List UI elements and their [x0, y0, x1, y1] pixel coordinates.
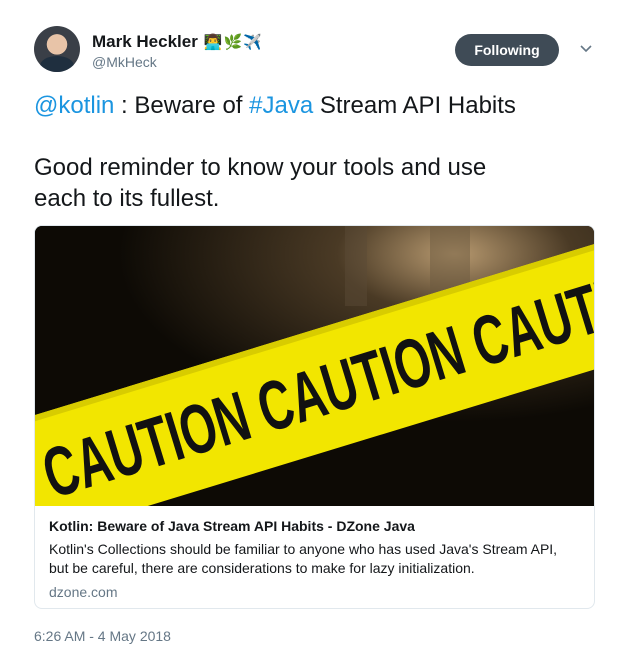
author-avatar[interactable]	[34, 26, 80, 72]
tweet-line-1-end: Stream API Habits	[313, 92, 516, 119]
author-name-row: Mark Heckler 👨‍💻🌿✈️	[92, 32, 263, 52]
author-handle[interactable]: @MkHeck	[92, 54, 157, 70]
card-description: Kotlin's Collections should be familiar …	[49, 540, 580, 578]
link-preview-card[interactable]: CAUTION CAUTION CAUTION Kotlin: Beware o…	[34, 225, 595, 609]
tweet-line-2: Good reminder to know your tools and use	[34, 154, 487, 181]
author-name[interactable]: Mark Heckler	[92, 32, 198, 52]
chevron-down-icon[interactable]	[578, 40, 594, 56]
card-domain: dzone.com	[49, 584, 118, 600]
card-description-line-2: but be careful, there are considerations…	[49, 560, 475, 576]
tweet-line-1: @kotlin : Beware of #Java Stream API Hab…	[34, 90, 594, 121]
card-title[interactable]: Kotlin: Beware of Java Stream API Habits…	[49, 518, 580, 534]
name-emoji-icons: 👨‍💻🌿✈️	[203, 33, 263, 51]
following-button[interactable]: Following	[455, 34, 559, 66]
tweet-line-3: each to its fullest.	[34, 185, 220, 212]
card-description-line-1: Kotlin's Collections should be familiar …	[49, 541, 558, 557]
card-body: Kotlin: Beware of Java Stream API Habits…	[35, 506, 594, 608]
hashtag-link[interactable]: #Java	[249, 92, 313, 119]
caution-tape-image: CAUTION CAUTION CAUTION	[35, 226, 594, 506]
card-image[interactable]: CAUTION CAUTION CAUTION	[35, 226, 594, 506]
tweet-line-1-middle: : Beware of	[114, 92, 250, 119]
tweet-timestamp[interactable]: 6:26 AM - 4 May 2018	[34, 628, 171, 644]
mention-link[interactable]: @kotlin	[34, 92, 114, 119]
tweet-text: @kotlin : Beware of #Java Stream API Hab…	[34, 90, 594, 214]
